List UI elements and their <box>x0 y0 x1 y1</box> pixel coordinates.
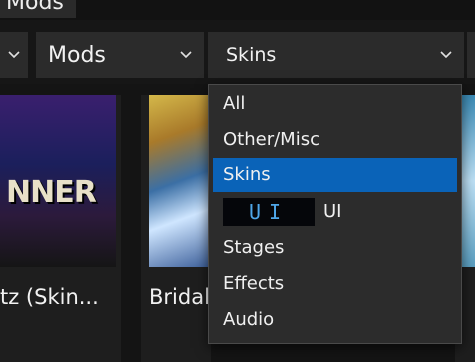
mod-card-title: Bridal <box>149 285 210 309</box>
left-filter-select[interactable] <box>0 32 28 78</box>
chevron-down-icon <box>180 51 192 59</box>
chevron-down-icon <box>8 51 20 59</box>
dropdown-item-label: UI <box>323 201 342 222</box>
dropdown-item-label: Audio <box>223 309 275 330</box>
dropdown-item-stages[interactable]: Stages <box>213 231 457 265</box>
dropdown-item-skins[interactable]: Skins <box>213 158 457 192</box>
dropdown-item-other-misc[interactable]: Other/Misc <box>213 123 457 157</box>
mod-card[interactable]: NNER tz (Skin... <box>0 95 121 362</box>
dropdown-item-label: Other/Misc <box>223 129 320 150</box>
dropdown-item-ui[interactable]: UI UI <box>213 195 457 229</box>
type-select[interactable]: Skins <box>208 32 464 78</box>
mod-thumbnail <box>149 95 211 267</box>
dropdown-item-label: Effects <box>223 273 285 294</box>
mod-thumbnail: NNER <box>0 95 116 267</box>
tab-mods[interactable]: Mods <box>0 0 76 18</box>
dropdown-item-all[interactable]: All <box>213 87 457 121</box>
chevron-down-icon <box>440 51 452 59</box>
dropdown-item-effects[interactable]: Effects <box>213 267 457 301</box>
mod-card-title: tz (Skin... <box>0 285 99 309</box>
type-dropdown-menu: All Other/Misc Skins UI UI Stages Effects… <box>208 84 462 344</box>
category-select[interactable]: Mods <box>36 32 204 78</box>
dropdown-item-label: All <box>223 93 246 114</box>
dropdown-item-label: Stages <box>223 237 285 258</box>
banner-text: NNER <box>6 175 97 210</box>
top-bar: Mods <box>0 0 475 18</box>
mod-card[interactable]: Bridal <box>141 95 211 362</box>
dropdown-item-audio[interactable]: Audio <box>213 303 457 337</box>
dropdown-item-label: Skins <box>223 164 271 185</box>
ui-category-icon: UI <box>223 198 315 226</box>
right-filter-select[interactable] <box>467 32 475 78</box>
type-select-value: Skins <box>226 44 277 66</box>
category-select-value: Mods <box>48 42 106 68</box>
